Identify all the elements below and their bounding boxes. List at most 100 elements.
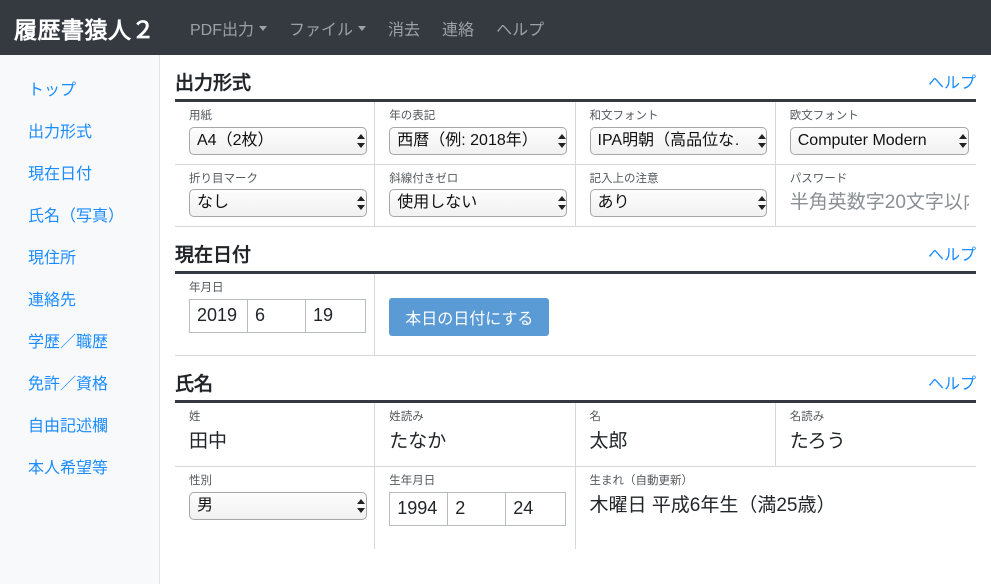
nav-item-label: 連絡	[442, 21, 475, 39]
name-row-1: 姓 姓読み 名 名読み	[175, 403, 976, 468]
field-fold-mark: 折り目マーク なし	[175, 164, 376, 227]
first-name-kana-input[interactable]	[789, 427, 969, 455]
field-slashed-zero: 斜線付きゼロ 使用しない	[375, 164, 576, 227]
nav-item-help[interactable]: ヘルプ	[485, 10, 555, 46]
field-gender: 性別 男	[175, 467, 376, 550]
last-name-kana-input[interactable]	[389, 427, 568, 455]
navbar-menu: PDF出力 ファイル 消去 連絡 ヘルプ	[179, 10, 555, 46]
field-label: 生まれ（自動更新）	[589, 475, 694, 488]
current-date-day-input[interactable]	[305, 298, 366, 333]
fold-mark-select-wrap: なし	[189, 189, 374, 218]
current-date-row: 年月日 本日の日付にする	[175, 274, 976, 357]
sidebar-item-education[interactable]: 学歴／職歴	[0, 319, 159, 361]
help-link-output-format[interactable]: ヘルプ	[928, 69, 976, 93]
field-first-name: 名	[576, 403, 776, 467]
field-label: 記入上の注意	[589, 172, 659, 185]
slashed-zero-select[interactable]: 使用しない	[389, 189, 568, 218]
page-shell: トップ 出力形式 現在日付 氏名（写真） 現住所 連絡先 学歴／職歴 免許／資格…	[0, 55, 991, 584]
field-label: パスワード	[789, 172, 848, 185]
field-first-name-kana: 名読み	[776, 403, 976, 466]
section-title: 現在日付	[175, 245, 252, 267]
field-last-name: 姓	[175, 403, 376, 467]
birth-year-input[interactable]	[389, 491, 448, 526]
output-format-row-2: 折り目マーク なし 斜線付きゼロ 使用しない 記入上の注意 あり パスワード 半…	[175, 164, 976, 228]
field-label: 名	[589, 411, 602, 424]
field-latin-font: 欧文フォント Computer Modern	[776, 102, 976, 164]
help-link-name[interactable]: ヘルプ	[928, 370, 976, 394]
name-row-2: 性別 男 生年月日 生まれ（自動更新） 木曜日 平成6年生（満25歳	[175, 467, 976, 550]
field-year-notation: 年の表記 西暦（例: 2018年）	[375, 102, 576, 164]
sidebar-item-top[interactable]: トップ	[0, 67, 159, 109]
current-date-action-cell: 本日の日付にする	[375, 274, 976, 355]
notes-select[interactable]: あり	[589, 189, 768, 218]
sidebar-item-requests[interactable]: 本人希望等	[0, 445, 159, 487]
field-birth-date: 生年月日	[375, 467, 576, 550]
field-label: 性別	[189, 475, 212, 488]
sidebar-item-contact[interactable]: 連絡先	[0, 277, 159, 319]
field-label: 年月日	[189, 282, 224, 295]
field-label: 斜線付きゼロ	[389, 172, 459, 185]
app-brand[interactable]: 履歴書猿人２	[14, 11, 155, 45]
help-link-current-date[interactable]: ヘルプ	[928, 241, 976, 265]
last-name-input[interactable]	[189, 427, 367, 455]
nav-item-label: ファイル	[289, 21, 354, 39]
field-current-date: 年月日	[175, 274, 376, 356]
current-date-group	[189, 298, 374, 333]
first-name-input[interactable]	[589, 427, 768, 455]
nav-item-contact[interactable]: 連絡	[431, 10, 485, 46]
jp-font-select[interactable]: IPA明朝（高品位な…	[589, 126, 768, 155]
field-jp-font: 和文フォント IPA明朝（高品位な…	[576, 102, 776, 164]
field-password: パスワード	[776, 165, 976, 227]
field-paper: 用紙 A4（2枚）	[175, 102, 376, 164]
field-label: 折り目マーク	[189, 172, 258, 185]
latin-font-select-wrap: Computer Modern	[789, 126, 976, 155]
set-today-button[interactable]: 本日の日付にする	[389, 298, 550, 337]
birth-date-group	[389, 491, 574, 526]
nav-item-file[interactable]: ファイル	[278, 10, 377, 46]
current-date-year-input[interactable]	[189, 298, 247, 333]
field-last-name-kana: 姓読み	[375, 403, 576, 467]
field-label: 生年月日	[389, 475, 436, 488]
paper-select-wrap: A4（2枚）	[189, 126, 374, 155]
sidebar: トップ 出力形式 現在日付 氏名（写真） 現住所 連絡先 学歴／職歴 免許／資格…	[0, 55, 160, 584]
nav-item-label: 消去	[388, 21, 421, 39]
chevron-down-icon	[358, 26, 367, 31]
jp-font-select-wrap: IPA明朝（高品位な…	[589, 126, 775, 155]
latin-font-select[interactable]: Computer Modern	[789, 126, 969, 155]
section-header-current-date: 現在日付 ヘルプ	[175, 227, 976, 271]
sidebar-item-name[interactable]: 氏名（写真）	[0, 193, 159, 235]
field-label: 姓読み	[389, 411, 424, 424]
birth-month-input[interactable]	[447, 491, 506, 526]
field-label: 和文フォント	[589, 110, 659, 122]
year-notation-select-wrap: 西暦（例: 2018年）	[389, 126, 574, 155]
year-notation-select[interactable]: 西暦（例: 2018年）	[389, 126, 568, 155]
sidebar-item-date[interactable]: 現在日付	[0, 151, 159, 193]
paper-select[interactable]: A4（2枚）	[189, 126, 367, 155]
password-input[interactable]	[789, 189, 969, 217]
field-label: 名読み	[789, 411, 825, 424]
nav-item-label: ヘルプ	[496, 21, 545, 39]
field-label: 姓	[189, 411, 201, 424]
nav-item-clear[interactable]: 消去	[377, 10, 431, 46]
top-navbar: 履歴書猿人２ PDF出力 ファイル 消去 連絡 ヘルプ	[0, 0, 991, 55]
nav-item-pdf-output[interactable]: PDF出力	[179, 10, 278, 46]
sidebar-item-license[interactable]: 免許／資格	[0, 361, 159, 403]
section-title: 氏名	[175, 374, 214, 396]
fold-mark-select[interactable]: なし	[189, 189, 367, 218]
section-header-name: 氏名 ヘルプ	[175, 356, 976, 400]
section-title: 出力形式	[175, 73, 252, 94]
sidebar-item-address[interactable]: 現住所	[0, 235, 159, 277]
section-header-output-format: 出力形式 ヘルプ	[175, 55, 976, 99]
birth-day-input[interactable]	[505, 491, 567, 526]
gender-select[interactable]: 男	[189, 491, 367, 520]
sidebar-item-free-text[interactable]: 自由記述欄	[0, 403, 159, 445]
slashed-zero-select-wrap: 使用しない	[389, 189, 574, 218]
current-date-month-input[interactable]	[247, 298, 305, 333]
field-label: 欧文フォント	[789, 110, 859, 122]
nav-item-label: PDF出力	[190, 21, 255, 39]
sidebar-item-output[interactable]: 出力形式	[0, 109, 159, 151]
output-format-row-1: 用紙 A4（2枚） 年の表記 西暦（例: 2018年） 和文フォント IPA明朝…	[175, 102, 976, 165]
main-content: 出力形式 ヘルプ 用紙 A4（2枚） 年の表記 西暦（例: 2018年） 和文フ…	[160, 55, 991, 584]
gender-select-wrap: 男	[189, 491, 374, 520]
field-notes: 記入上の注意 あり	[576, 164, 776, 227]
